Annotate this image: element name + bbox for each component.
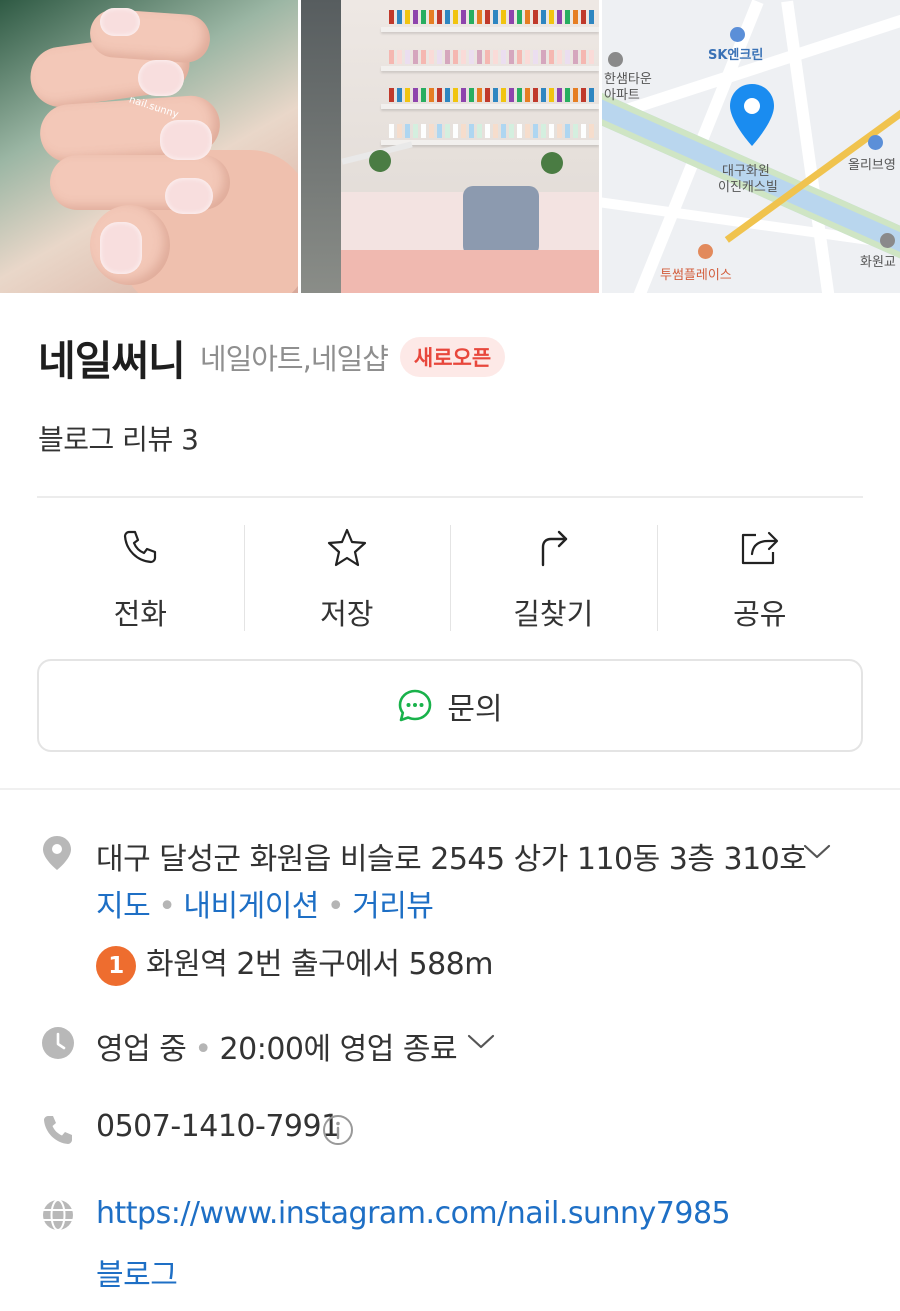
subway-line-badge: 1 [96, 945, 136, 986]
wall-shape [301, 0, 341, 293]
globe-icon [43, 1199, 73, 1231]
subway-directions-text: 화원역 2번 출구에서 588m [146, 947, 493, 982]
bottle-row [389, 10, 594, 24]
nail-photo[interactable]: nail.sunny [0, 0, 298, 293]
map-pin-icon [730, 84, 774, 146]
map-label-twosome: 투썸플레이스 [660, 268, 732, 283]
bridge-icon [880, 233, 895, 248]
chat-icon [399, 689, 432, 721]
info-icon[interactable] [322, 1114, 354, 1146]
save-label: 저장 [320, 597, 374, 631]
phone-icon [44, 1116, 72, 1144]
separator-dot: • [158, 889, 176, 924]
navigation-link[interactable]: 내비게이션 [183, 889, 319, 924]
shelf-shape [381, 140, 599, 145]
directions-button[interactable]: 길찾기 [450, 525, 657, 633]
separator-dot: • [326, 889, 345, 924]
closing-time: 20:00에 영업 종료 [219, 1032, 458, 1067]
plant-shape [369, 150, 391, 172]
chevron-down-icon[interactable] [466, 1032, 496, 1052]
street-view-link[interactable]: 거리뷰 [352, 889, 434, 924]
directions-icon [542, 530, 568, 567]
open-status: 영업 중 [96, 1032, 187, 1067]
share-icon [741, 531, 778, 565]
map-label-pin-2: 이진캐스빌 [718, 180, 778, 195]
chevron-down-icon[interactable] [802, 842, 832, 862]
desk-front-shape [341, 250, 599, 293]
map-link[interactable]: 지도 [96, 889, 151, 924]
chair-shape [463, 186, 539, 256]
place-title-row: 네일써니 네일아트,네일샵 새로오픈 [38, 332, 506, 385]
bottle-row [389, 124, 594, 138]
location-pin-icon [43, 836, 71, 870]
inquiry-label: 문의 [447, 691, 503, 727]
map-label-pin-1: 대구화원 [722, 164, 770, 179]
map-thumbnail[interactable]: SK엔크린 한샘타운 아파트 대구화원 이진캐스빌 올리브영 화원교 투썸플레이… [602, 0, 900, 293]
apartment-icon [608, 52, 623, 67]
separator-dot: • [194, 1032, 212, 1067]
blog-review-count[interactable]: 블로그 리뷰 3 [38, 418, 199, 458]
map-label-sk: SK엔크린 [708, 48, 764, 63]
phone-number[interactable]: 0507-1410-7991 [96, 1109, 340, 1144]
nail-shape [100, 222, 142, 274]
new-open-badge: 새로오픈 [399, 337, 506, 377]
shelf-shape [381, 104, 599, 109]
gas-station-icon [730, 27, 745, 42]
share-label: 공유 [733, 597, 787, 631]
action-bar: 전화 저장 길찾기 공유 [37, 525, 863, 633]
save-button[interactable]: 저장 [243, 525, 451, 633]
nail-shape [165, 178, 213, 214]
star-icon [327, 528, 366, 567]
plant-shape [541, 152, 563, 174]
call-label: 전화 [113, 597, 167, 631]
blog-link[interactable]: 블로그 [96, 1250, 178, 1294]
shelf-shape [381, 66, 599, 71]
website-link[interactable]: https://www.instagram.com/nail.sunny7985 [96, 1196, 731, 1231]
bottle-row [389, 50, 594, 64]
call-button[interactable]: 전화 [37, 525, 244, 633]
place-name: 네일써니 [38, 337, 186, 385]
nail-shape [160, 120, 212, 160]
phone-icon [124, 530, 157, 564]
shop-icon [868, 135, 883, 150]
nail-shape [100, 8, 140, 36]
subway-info: 1 화원역 2번 출구에서 588m [96, 939, 493, 986]
bottle-row [389, 88, 594, 102]
place-category: 네일아트,네일샵 [199, 342, 389, 376]
nail-shape [138, 60, 184, 96]
address-links: 지도 • 내비게이션 • 거리뷰 [96, 881, 434, 925]
cafe-icon [698, 244, 713, 259]
map-label-olive: 올리브영 [848, 158, 896, 173]
business-hours[interactable]: 영업 중 • 20:00에 영업 종료 [96, 1024, 458, 1068]
share-button[interactable]: 공유 [656, 525, 864, 633]
divider [37, 496, 863, 498]
map-label-hansaem: 한샘타운 [604, 72, 652, 87]
map-label-hwawon: 화원교 [860, 255, 896, 270]
directions-label: 길찾기 [513, 597, 594, 631]
salon-photo[interactable] [301, 0, 599, 293]
section-divider [0, 788, 900, 790]
inquiry-button[interactable]: 문의 [37, 659, 863, 752]
clock-icon [42, 1027, 74, 1059]
shelf-shape [381, 27, 599, 32]
address-text: 대구 달성군 화원읍 비슬로 2545 상가 110동 3층 310호 [96, 842, 807, 877]
photo-strip[interactable]: nail.sunny SK엔크린 한샘타운 아파트 대구화원 이진캐스빌 올리브… [0, 0, 900, 293]
map-label-apart: 아파트 [604, 88, 640, 103]
